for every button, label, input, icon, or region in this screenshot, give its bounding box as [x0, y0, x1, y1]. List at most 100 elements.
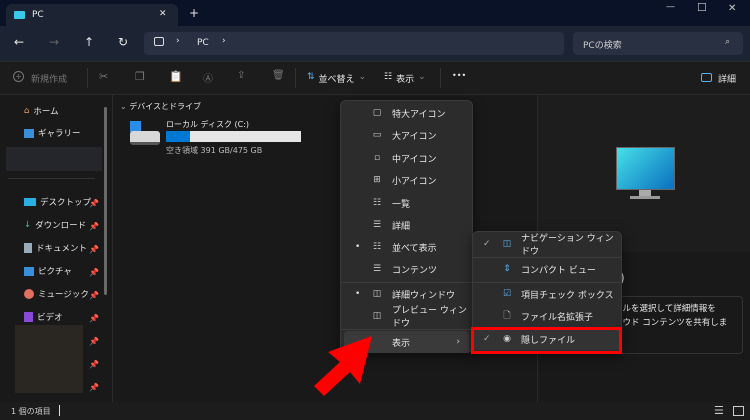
navigation-pane-icon: ◫	[502, 239, 512, 249]
delete-icon[interactable]: 🗑	[272, 70, 285, 81]
tab-title: PC	[32, 10, 44, 20]
cut-icon[interactable]: ✂	[99, 70, 108, 83]
menu-item-details-pane[interactable]: • ◫ 詳細ウィンドウ	[341, 283, 472, 305]
tab-pc[interactable]: PC ✕	[6, 4, 178, 27]
tab-close-icon[interactable]: ✕	[159, 9, 167, 19]
maximize-button[interactable]: ☐	[697, 1, 707, 14]
menu-item-extra-large-icons[interactable]: ▢ 特大アイコン	[341, 102, 472, 124]
sidebar-label: ホーム	[33, 107, 59, 117]
chevron-down-icon: ⌄	[120, 102, 130, 111]
group-header[interactable]: ⌄ デバイスとドライブ	[120, 101, 201, 112]
menu-item-content[interactable]: ☰ コンテンツ	[341, 258, 472, 280]
menu-item-small-icons[interactable]: ⊞ 小アイコン	[341, 169, 472, 191]
more-button[interactable]: •••	[452, 71, 466, 80]
new-tab-button[interactable]: +	[189, 6, 199, 20]
menu-item-tiles[interactable]: • ☷ 並べて表示	[341, 236, 472, 258]
menu-item-medium-icons[interactable]: ▫ 中アイコン	[341, 147, 472, 169]
menu-label: 中アイコン	[392, 154, 437, 165]
view-icon: ☷	[384, 72, 393, 82]
video-icon	[24, 312, 33, 322]
menu-label: 大アイコン	[392, 131, 437, 142]
sidebar-label: ミュージック	[38, 290, 89, 300]
navigation-pane: ⌂ ホーム ギャラリー デスクトップ ↓ ダウンロード ドキュメント ピクチャ ミュ…	[0, 95, 113, 402]
pin-icon[interactable]: 📌	[89, 268, 99, 277]
download-icon: ↓	[24, 220, 32, 230]
sidebar-item-desktop[interactable]: デスクトップ	[24, 196, 91, 208]
cursor	[59, 405, 60, 416]
pin-icon[interactable]: 📌	[89, 314, 99, 323]
address-bar[interactable]: › PC ›	[144, 32, 564, 55]
share-icon[interactable]: ⇪	[237, 70, 245, 81]
status-bar: 1 個の項目 ☰	[0, 402, 750, 420]
monitor-large-icon: ▢	[372, 108, 382, 118]
highlight-box	[471, 327, 622, 354]
new-icon: +	[13, 71, 24, 82]
close-window-button[interactable]: ✕	[728, 3, 736, 14]
details-info-line: イルを選択して詳細情報を	[614, 304, 716, 314]
desktop-icon	[24, 198, 36, 206]
up-icon[interactable]: ↑	[84, 35, 94, 49]
copy-icon[interactable]: ❐	[135, 70, 145, 83]
menu-label: 表示	[392, 338, 411, 349]
sidebar-label: ギャラリー	[38, 129, 81, 139]
pin-icon[interactable]: 📌	[89, 291, 99, 300]
sidebar-item-downloads[interactable]: ↓ ダウンロード	[24, 219, 86, 231]
breadcrumb-pc[interactable]: PC	[197, 38, 209, 48]
sidebar-label: ピクチャ	[38, 267, 72, 277]
view-label: 表示	[396, 75, 415, 85]
monitor-base	[630, 196, 660, 199]
pin-icon[interactable]: 📌	[89, 199, 99, 208]
sidebar-item-home[interactable]: ⌂ ホーム	[24, 105, 59, 117]
pin-icon[interactable]: 📌	[89, 222, 99, 231]
details-button[interactable]: 詳細	[718, 72, 736, 85]
sidebar-item-gallery[interactable]: ギャラリー	[24, 127, 81, 139]
drive-c[interactable]: ローカル ディスク (C:) 空き領域 391 GB/475 GB	[128, 119, 328, 155]
pin-icon[interactable]: 📌	[89, 360, 99, 369]
refresh-icon[interactable]: ↻	[118, 35, 128, 49]
gallery-icon	[24, 128, 34, 138]
list-icon: ☷	[372, 198, 382, 208]
menu-item-list[interactable]: ☷ 一覧	[341, 192, 472, 214]
tiles-view-icon[interactable]	[733, 406, 744, 416]
menu-item-compact-view[interactable]: ⇕ コンパクト ビュー	[473, 258, 621, 280]
details-info-line: ラウド コンテンツを共有しま	[614, 318, 728, 328]
drive-usage-fill	[166, 131, 191, 142]
sort-button[interactable]: ⇅ 並べ替え ⌄	[307, 72, 366, 85]
sidebar-label: ドキュメント	[36, 244, 88, 254]
pin-icon[interactable]: 📌	[89, 337, 99, 346]
menu-item-navigation-pane[interactable]: ✓ ◫ ナビゲーション ウィンドウ	[473, 233, 621, 257]
pin-icon[interactable]: 📌	[89, 383, 99, 392]
search-input[interactable]: PCの検索 ⌕	[573, 32, 743, 55]
chevron-right-icon: ›	[456, 337, 460, 347]
arrow-shape	[314, 336, 372, 396]
minimize-button[interactable]: —	[666, 2, 675, 12]
divider	[8, 178, 95, 179]
menu-label: 特大アイコン	[392, 109, 446, 120]
checkbox-folder-icon: ☑	[502, 289, 512, 299]
sidebar-item-music[interactable]: ミュージック	[24, 288, 89, 300]
pin-icon[interactable]: 📌	[89, 245, 99, 254]
menu-item-details[interactable]: ☰ 詳細	[341, 214, 472, 236]
sidebar-item-videos[interactable]: ビデオ	[24, 311, 63, 323]
selected-dot-icon: •	[355, 289, 361, 299]
menu-item-item-checkboxes[interactable]: ☑ 項目チェック ボックス	[473, 283, 621, 305]
sidebar-scrollbar[interactable]	[104, 107, 107, 295]
new-button[interactable]: 新規作成	[31, 72, 67, 85]
forward-icon[interactable]: →	[49, 35, 59, 49]
view-button[interactable]: ☷ 表示 ⌄	[384, 72, 426, 85]
item-count: 1 個の項目	[11, 407, 51, 416]
sidebar-item-documents[interactable]: ドキュメント	[24, 242, 87, 254]
view-menu: ▢ 特大アイコン ▭ 大アイコン ▫ 中アイコン ⊞ 小アイコン ☷ 一覧 ☰ 詳細 • ☷ 並…	[340, 100, 473, 353]
back-icon[interactable]: ←	[14, 35, 24, 49]
command-bar: + 新規作成 ✂ ❐ 📋 Ⓐ ⇪ 🗑 ⇅ 並べ替え ⌄ ☷ 表示 ⌄ ••• 詳細	[0, 61, 750, 95]
menu-item-preview-pane[interactable]: ◫ プレビュー ウィンドウ	[341, 305, 472, 329]
menu-label: ナビゲーション ウィンドウ	[521, 234, 614, 257]
paste-icon[interactable]: 📋	[169, 70, 183, 83]
details-view-icon[interactable]: ☰	[714, 404, 724, 417]
sidebar-item-pictures[interactable]: ピクチャ	[24, 265, 72, 277]
drive-name: ローカル ディスク (C:)	[166, 120, 250, 129]
menu-item-large-icons[interactable]: ▭ 大アイコン	[341, 124, 472, 146]
rename-icon[interactable]: Ⓐ	[203, 70, 213, 85]
menu-item-file-extensions[interactable]: 🗋 ファイル名拡張子	[473, 305, 621, 327]
search-icon: ⌕	[725, 37, 731, 47]
